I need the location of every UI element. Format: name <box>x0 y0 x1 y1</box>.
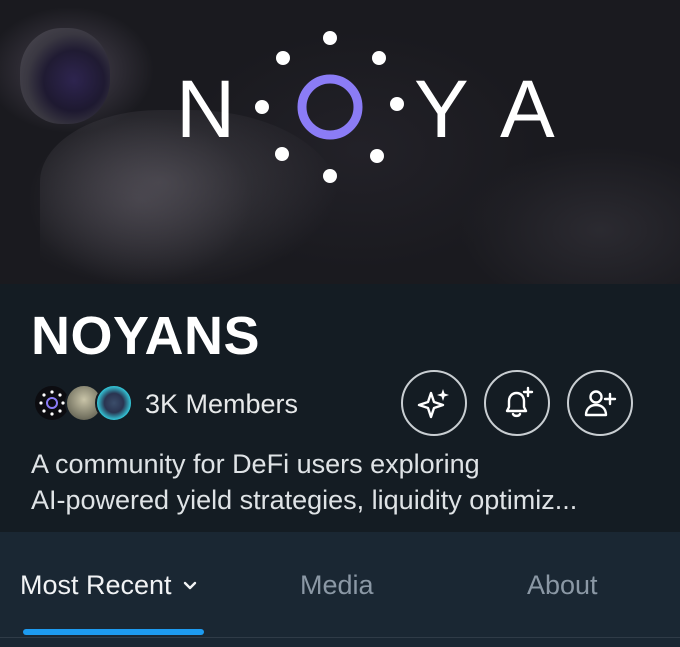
bell-plus-icon <box>505 386 534 418</box>
tab-label: Most Recent <box>20 570 172 600</box>
chevron-down-icon <box>183 581 196 589</box>
notifications-button[interactable] <box>484 370 550 436</box>
community-name: NOYANS <box>31 306 261 366</box>
tab-about[interactable]: About <box>527 570 598 601</box>
user-plus-icon <box>584 390 617 417</box>
sparkle-icon <box>417 389 449 419</box>
svg-text:N: N <box>176 64 235 155</box>
noya-logo: N Y A <box>176 31 555 183</box>
divider <box>0 637 680 638</box>
description-line: AI-powered yield strategies, liquidity o… <box>31 485 578 515</box>
member-avatars[interactable] <box>33 384 133 424</box>
community-banner: N Y A <box>0 0 680 284</box>
grok-summary-button[interactable] <box>401 370 467 436</box>
avatar <box>95 384 133 422</box>
svg-text:Y: Y <box>414 64 469 155</box>
svg-text:A: A <box>500 64 555 155</box>
community-description: A community for DeFi users exploring AI-… <box>31 446 661 518</box>
tab-media[interactable]: Media <box>300 570 374 601</box>
tab-most-recent[interactable]: Most Recent <box>20 570 198 601</box>
members-count[interactable]: 3K Members <box>145 389 298 420</box>
join-community-button[interactable] <box>567 370 633 436</box>
description-line: A community for DeFi users exploring <box>31 449 480 479</box>
active-tab-indicator <box>23 629 204 635</box>
